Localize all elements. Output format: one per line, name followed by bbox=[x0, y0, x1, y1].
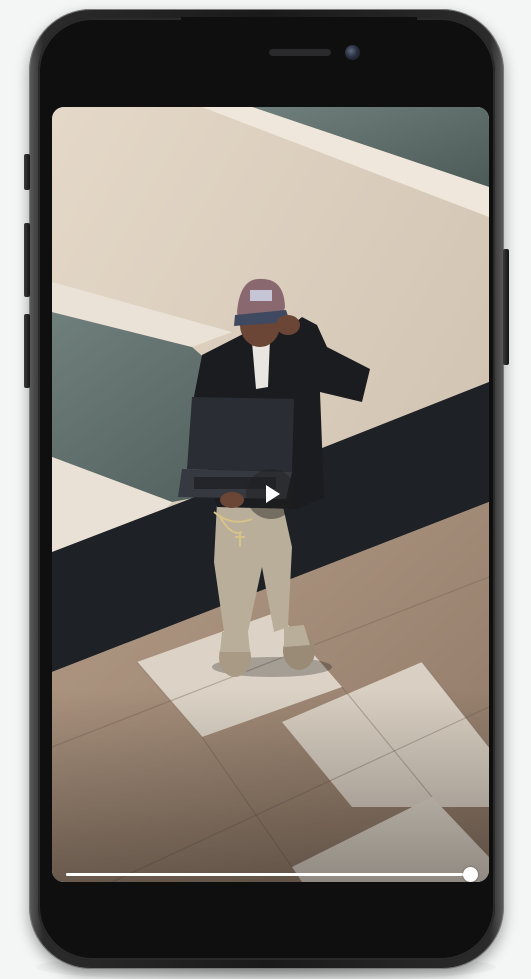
power-button bbox=[503, 249, 509, 365]
notch bbox=[181, 17, 417, 79]
volume-up-button bbox=[24, 223, 30, 297]
progress-fill bbox=[66, 873, 470, 876]
mute-switch bbox=[24, 154, 30, 190]
speaker-grille bbox=[269, 49, 331, 56]
progress-thumb[interactable] bbox=[463, 867, 478, 882]
front-camera bbox=[345, 45, 360, 60]
volume-down-button bbox=[24, 314, 30, 388]
progress-bar[interactable] bbox=[66, 867, 478, 882]
video-player[interactable] bbox=[52, 107, 489, 882]
mockup-stage bbox=[0, 0, 531, 979]
play-icon bbox=[266, 485, 280, 503]
play-button[interactable] bbox=[246, 469, 296, 519]
